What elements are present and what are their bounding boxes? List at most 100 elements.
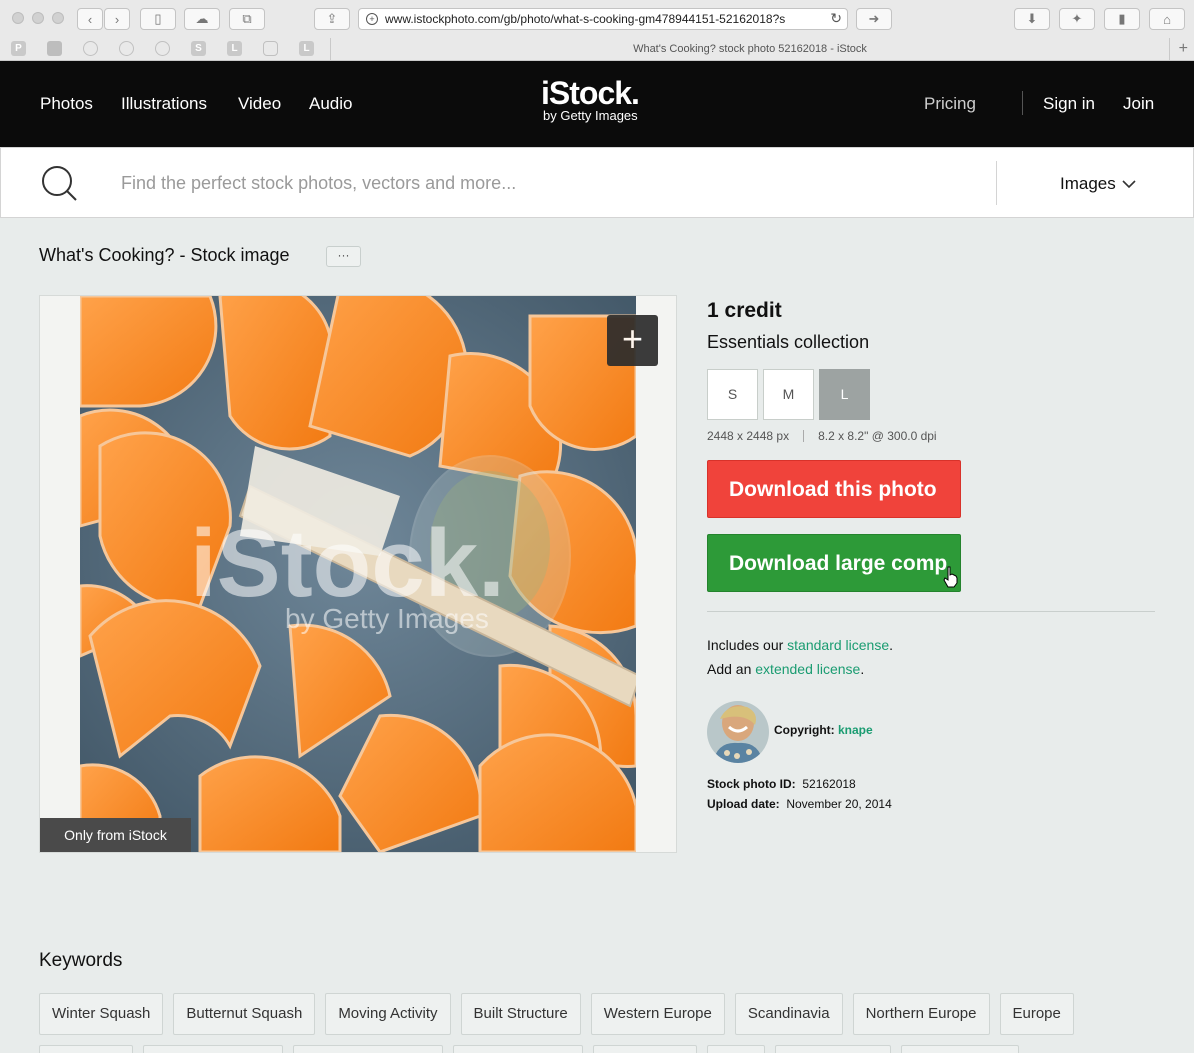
- date-value: November 20, 2014: [786, 797, 892, 811]
- library-icon[interactable]: ⌂: [1149, 8, 1185, 30]
- keyword-tag[interactable]: [593, 1045, 697, 1053]
- print-dimensions: 8.2 x 8.2" @ 300.0 dpi: [818, 429, 937, 443]
- only-from-istock-badge: Only from iStock: [40, 818, 191, 852]
- search-type-dropdown[interactable]: Images: [1060, 174, 1136, 194]
- sign-in-link[interactable]: Sign in: [1043, 94, 1095, 114]
- bookmark-l-icon[interactable]: L: [299, 41, 314, 56]
- logo-main: iStock.: [541, 75, 640, 111]
- search-divider: [996, 161, 997, 205]
- standard-license-line: Includes our standard license.: [707, 637, 893, 653]
- github-icon[interactable]: [47, 41, 62, 56]
- keyword-tag[interactable]: Moving Activity: [325, 993, 451, 1035]
- tab-overview-icon[interactable]: ⧉: [229, 8, 265, 30]
- watermark-main: iStock.: [190, 510, 505, 617]
- close-window-icon[interactable]: [12, 12, 24, 24]
- avatar[interactable]: [707, 701, 769, 763]
- address-bar[interactable]: + www.istockphoto.com/gb/photo/what-s-co…: [358, 8, 848, 30]
- bookmark-s-icon[interactable]: S: [191, 41, 206, 56]
- keywords-heading: Keywords: [39, 950, 123, 971]
- keyword-tag[interactable]: Europe: [999, 993, 1074, 1035]
- chevron-down-icon: [1122, 179, 1136, 188]
- standard-license-link[interactable]: standard license: [787, 637, 889, 653]
- stock-photo[interactable]: iStock. by Getty Images: [80, 296, 636, 852]
- add-to-board-button[interactable]: +: [607, 315, 658, 366]
- bookmark-icon[interactable]: ▮: [1104, 8, 1140, 30]
- collection-name: Essentials collection: [707, 332, 870, 352]
- search-input[interactable]: [121, 170, 981, 196]
- nav-audio[interactable]: Audio: [309, 94, 352, 114]
- search-bar: Images: [0, 147, 1194, 218]
- zoom-window-icon[interactable]: [52, 12, 64, 24]
- author-link[interactable]: knape: [838, 723, 873, 737]
- istock-logo[interactable]: iStock. by Getty Images: [541, 75, 640, 123]
- keyword-tag[interactable]: Winter Squash: [39, 993, 164, 1035]
- download-comp-button[interactable]: Download large comp: [707, 534, 961, 592]
- nav-photos[interactable]: Photos: [40, 94, 93, 114]
- keyword-tag[interactable]: [143, 1045, 283, 1053]
- forward-icon[interactable]: ›: [104, 8, 130, 30]
- stock-photo-id: Stock photo ID: 52162018: [707, 777, 856, 791]
- site-header: Photos Illustrations Video Audio iStock.…: [0, 61, 1194, 147]
- keyword-tag[interactable]: [453, 1045, 583, 1053]
- keyword-tag[interactable]: Butternut Squash: [173, 993, 316, 1035]
- browser-chrome: ‹ › ▯ ☁ ⧉ ⇪ + www.istockphoto.com/gb/pho…: [0, 0, 1194, 61]
- compass-icon[interactable]: [155, 41, 170, 56]
- instagram-icon[interactable]: [263, 41, 278, 56]
- dims-separator: [803, 430, 805, 442]
- extended-suffix: .: [860, 661, 865, 677]
- share-icon[interactable]: ⇪: [314, 8, 350, 30]
- divider: [707, 611, 1155, 612]
- browser-toolbar: ‹ › ▯ ☁ ⧉ ⇪ + www.istockphoto.com/gb/pho…: [0, 0, 1194, 38]
- id-value: 52162018: [802, 777, 856, 791]
- keyword-tag[interactable]: [707, 1045, 765, 1053]
- icloud-tabs-icon[interactable]: ☁: [184, 8, 220, 30]
- bookmark-p-icon[interactable]: P: [11, 41, 26, 56]
- extended-license-link[interactable]: extended license: [755, 661, 860, 677]
- new-tab-icon[interactable]: +: [1179, 38, 1188, 60]
- reload-icon[interactable]: ↻: [826, 10, 842, 27]
- join-link[interactable]: Join: [1123, 94, 1154, 114]
- hand-cursor-icon: [943, 566, 958, 588]
- compass-icon[interactable]: [83, 41, 98, 56]
- bookmark-l-icon[interactable]: L: [227, 41, 242, 56]
- compass-icon[interactable]: [119, 41, 134, 56]
- tab-title[interactable]: What's Cooking? stock photo 52162018 - i…: [330, 38, 1170, 60]
- keywords-list: Winter Squash Butternut Squash Moving Ac…: [39, 993, 1074, 1035]
- copyright-line: Copyright: knape: [774, 723, 873, 737]
- extension-wand-icon[interactable]: ✦: [1059, 8, 1095, 30]
- author-avatar-image: [707, 701, 769, 763]
- more-options-button[interactable]: ···: [326, 246, 361, 267]
- nav-pricing[interactable]: Pricing: [924, 94, 976, 114]
- extended-prefix: Add an: [707, 661, 756, 677]
- url-text: www.istockphoto.com/gb/photo/what-s-cook…: [385, 12, 786, 26]
- keyword-tag[interactable]: Northern Europe: [852, 993, 990, 1035]
- nav-divider: [1022, 91, 1023, 115]
- keyword-tag[interactable]: [775, 1045, 891, 1053]
- keyword-tag[interactable]: [293, 1045, 443, 1053]
- keyword-tag[interactable]: [39, 1045, 133, 1053]
- download-photo-button[interactable]: Download this photo: [707, 460, 961, 518]
- search-icon[interactable]: [41, 165, 77, 201]
- date-label: Upload date:: [707, 797, 780, 811]
- back-icon[interactable]: ‹: [77, 8, 103, 30]
- downloads-icon[interactable]: ⬇: [1014, 8, 1050, 30]
- search-type-label: Images: [1060, 174, 1116, 193]
- nav-illustrations[interactable]: Illustrations: [121, 94, 207, 114]
- reader-forward-icon[interactable]: ➜: [856, 8, 892, 30]
- keyword-tag[interactable]: Western Europe: [590, 993, 725, 1035]
- id-label: Stock photo ID:: [707, 777, 796, 791]
- pixel-dimensions: 2448 x 2448 px: [707, 429, 790, 443]
- keyword-tag[interactable]: [901, 1045, 1019, 1053]
- keyword-tag[interactable]: Scandinavia: [734, 993, 843, 1035]
- size-s-button[interactable]: S: [707, 369, 758, 420]
- sidebar-icon[interactable]: ▯: [140, 8, 176, 30]
- nav-video[interactable]: Video: [238, 94, 281, 114]
- page-title: What's Cooking? - Stock image: [39, 245, 290, 265]
- size-m-button[interactable]: M: [763, 369, 814, 420]
- size-l-button[interactable]: L: [819, 369, 870, 420]
- globe-icon: +: [366, 13, 378, 25]
- minimize-window-icon[interactable]: [32, 12, 44, 24]
- license-prefix: Includes our: [707, 637, 788, 653]
- extended-license-line: Add an extended license.: [707, 661, 864, 677]
- keyword-tag[interactable]: Built Structure: [460, 993, 581, 1035]
